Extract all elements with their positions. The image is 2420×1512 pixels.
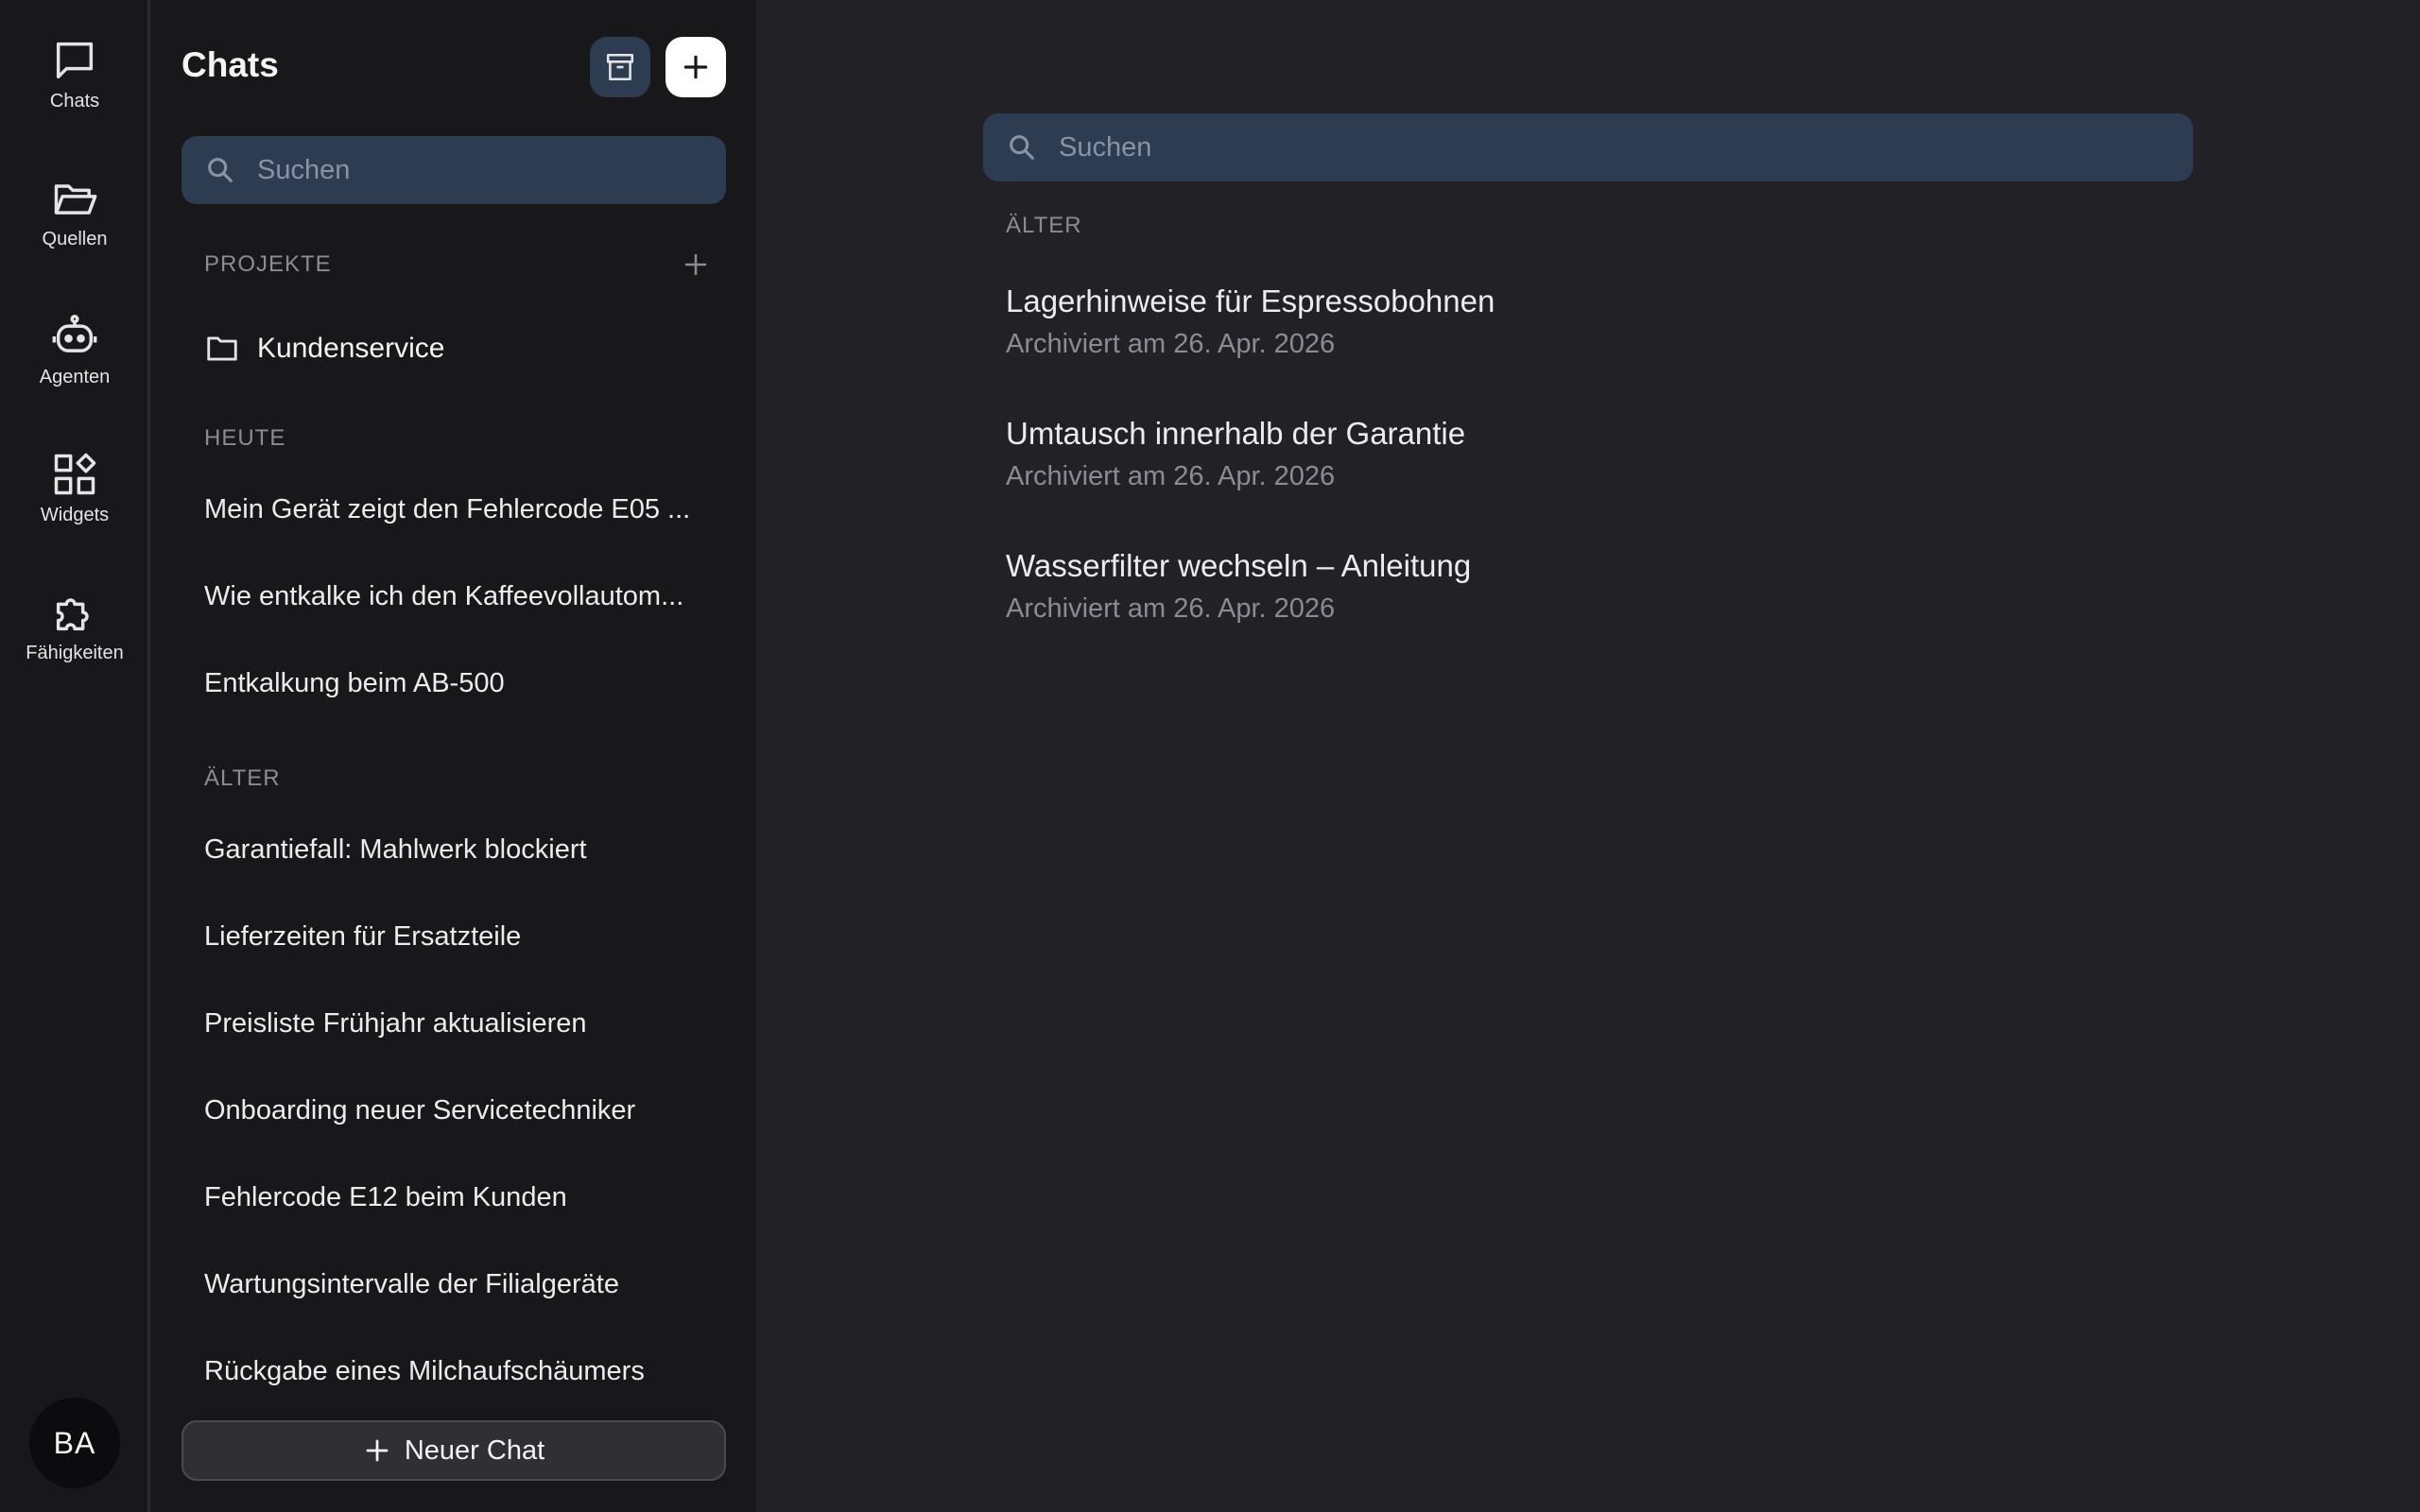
- rail-item-chats[interactable]: Chats: [0, 36, 149, 140]
- robot-icon: [52, 315, 97, 352]
- chat-list-item[interactable]: Wartungsintervalle der Filialgeräte: [204, 1269, 715, 1300]
- projects-label: PROJEKTE: [204, 251, 332, 277]
- new-chat-label: Neuer Chat: [404, 1435, 545, 1466]
- chat-list-item[interactable]: Lieferzeiten für Ersatzteile: [204, 921, 715, 953]
- archived-chat-title: Lagerhinweise für Espressobohnen: [1006, 284, 1495, 318]
- sidebar-title: Chats: [182, 45, 279, 84]
- archive-button[interactable]: [590, 37, 650, 97]
- puzzle-icon: [56, 598, 89, 631]
- archive-section-label: ÄLTER: [1006, 213, 1082, 238]
- project-label: Kundenservice: [257, 333, 445, 364]
- chat-sidebar: Chats Suchen PROJEKTE Kundenservice HEUT…: [151, 0, 756, 1512]
- search-icon: [208, 158, 233, 182]
- avatar[interactable]: BA: [29, 1398, 120, 1488]
- rail-item-quellen[interactable]: Quellen: [0, 174, 149, 278]
- rail-label-faehigkeiten: Fähigkeiten: [26, 643, 124, 663]
- chat-list-item[interactable]: Preisliste Frühjahr aktualisieren: [204, 1008, 715, 1040]
- rail-item-widgets[interactable]: Widgets: [0, 450, 149, 554]
- archived-chat-item[interactable]: Lagerhinweise für Espressobohnen Archivi…: [1006, 284, 1495, 360]
- chat-list-item[interactable]: Onboarding neuer Servicetechniker: [204, 1095, 715, 1126]
- archived-chat-date: Archiviert am 26. Apr. 2026: [1006, 461, 1336, 491]
- rail-item-faehigkeiten[interactable]: Fähigkeiten: [0, 588, 149, 692]
- new-chat-button[interactable]: Neuer Chat: [182, 1420, 726, 1481]
- widgets-icon: [54, 453, 96, 495]
- chat-list-item[interactable]: Garantiefall: Mahlwerk blockiert: [204, 834, 715, 866]
- chat-list-item[interactable]: Wie entkalke ich den Kaffeevollautom...: [204, 581, 715, 612]
- rail-label-chats: Chats: [49, 91, 100, 112]
- search-icon: [1010, 135, 1034, 160]
- rail-label-widgets: Widgets: [40, 505, 110, 525]
- add-project-button[interactable]: [679, 248, 713, 282]
- older-label: ÄLTER: [204, 765, 281, 791]
- archive-search-placeholder: Suchen: [1059, 131, 1152, 163]
- plus-icon: [683, 55, 708, 79]
- project-kundenservice[interactable]: Kundenservice: [204, 331, 444, 367]
- chat-list-item[interactable]: Rückgabe eines Milchaufschäumers: [204, 1356, 715, 1387]
- plus-icon: [366, 1439, 389, 1462]
- nav-rail: Chats Quellen Agenten Widgets Fähigkeite…: [0, 0, 149, 1512]
- rail-label-agenten: Agenten: [39, 367, 111, 387]
- rail-item-agenten[interactable]: Agenten: [0, 312, 149, 416]
- new-chat-icon-button[interactable]: [666, 37, 726, 97]
- archived-chat-date: Archiviert am 26. Apr. 2026: [1006, 593, 1336, 624]
- sidebar-search-input[interactable]: Suchen: [182, 136, 726, 204]
- chat-bubble-icon: [56, 42, 94, 79]
- archive-search-input[interactable]: Suchen: [983, 113, 2193, 181]
- folder-open-icon: [54, 184, 97, 215]
- today-label: HEUTE: [204, 425, 286, 451]
- archived-chat-date: Archiviert am 26. Apr. 2026: [1006, 329, 1336, 359]
- archived-chat-item[interactable]: Umtausch innerhalb der Garantie Archivie…: [1006, 416, 1465, 492]
- rail-label-quellen: Quellen: [42, 229, 108, 249]
- archived-chat-title: Wasserfilter wechseln – Anleitung: [1006, 548, 1472, 583]
- sidebar-search-placeholder: Suchen: [257, 154, 351, 185]
- folder-icon: [207, 336, 237, 361]
- archived-chat-title: Umtausch innerhalb der Garantie: [1006, 416, 1466, 451]
- chat-list-item[interactable]: Fehlercode E12 beim Kunden: [204, 1182, 715, 1213]
- archive-icon: [606, 53, 634, 81]
- archived-chat-item[interactable]: Wasserfilter wechseln – Anleitung Archiv…: [1006, 548, 1471, 625]
- chat-list-item[interactable]: Mein Gerät zeigt den Fehlercode E05 ...: [204, 494, 715, 525]
- plus-icon: [684, 253, 707, 276]
- chat-list-item[interactable]: Entkalkung beim AB-500: [204, 668, 715, 699]
